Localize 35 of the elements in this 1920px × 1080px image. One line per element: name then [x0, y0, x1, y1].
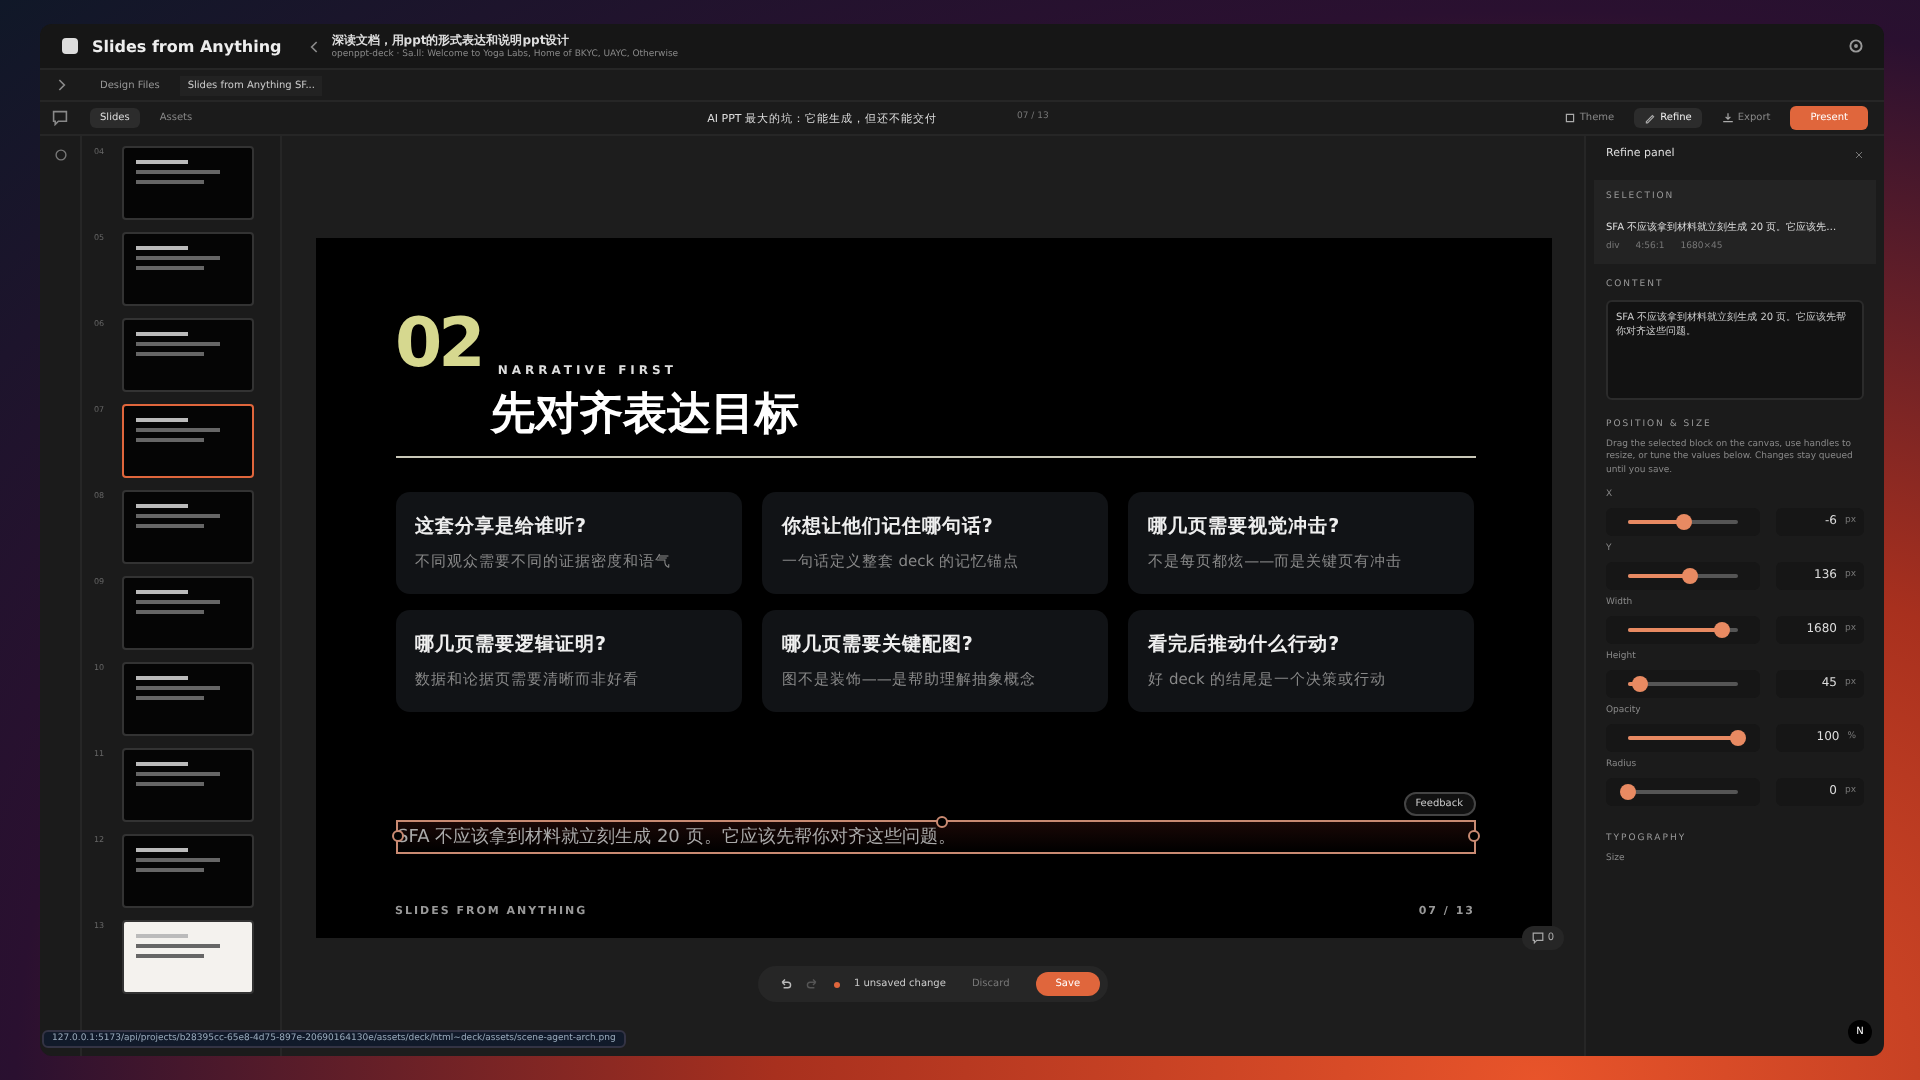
slider[interactable] [1628, 681, 1738, 686]
card-title: 你想让他们记住哪句话? [781, 514, 995, 540]
square-icon [1563, 112, 1576, 124]
undo-icon[interactable] [777, 977, 792, 991]
settings-icon[interactable] [1848, 38, 1864, 54]
comment-icon[interactable] [52, 110, 68, 126]
expand-icon[interactable] [55, 78, 65, 92]
slide-thumbnail[interactable] [122, 146, 254, 220]
card-title: 这套分享是给谁听? [415, 514, 589, 540]
card-title: 看完后推动什么行动? [1148, 632, 1342, 658]
slide-thumbnail[interactable] [122, 404, 254, 478]
close-icon[interactable] [1854, 149, 1864, 159]
card-title: 哪几页需要视觉冲击? [1148, 514, 1342, 540]
back-icon[interactable] [309, 39, 320, 53]
slide-thumbnail[interactable] [122, 662, 254, 736]
card-title: 哪几页需要逻辑证明? [415, 632, 609, 658]
slide-thumbnail[interactable] [122, 576, 254, 650]
slide-thumbnail[interactable] [122, 318, 254, 392]
slider[interactable] [1628, 573, 1738, 578]
slide-thumbnail[interactable] [122, 232, 254, 306]
slide-thumbnail[interactable] [122, 834, 254, 908]
slide-title: 先对齐表达目标 [491, 387, 799, 444]
slide-thumbnail[interactable] [122, 490, 254, 564]
download-icon [1721, 112, 1734, 124]
app-name: Slides from Anything [92, 37, 282, 55]
slider[interactable] [1628, 627, 1738, 632]
pencil-icon [1644, 112, 1657, 124]
comment-icon [1531, 932, 1544, 944]
slide-thumbnail[interactable] [122, 920, 254, 994]
logo-icon [60, 36, 80, 56]
slider[interactable] [1628, 519, 1738, 524]
section-number: 02 [395, 310, 482, 378]
layers-icon[interactable] [53, 148, 67, 162]
card-title: 哪几页需要关键配图? [781, 632, 975, 658]
slide-thumbnail[interactable] [122, 748, 254, 822]
